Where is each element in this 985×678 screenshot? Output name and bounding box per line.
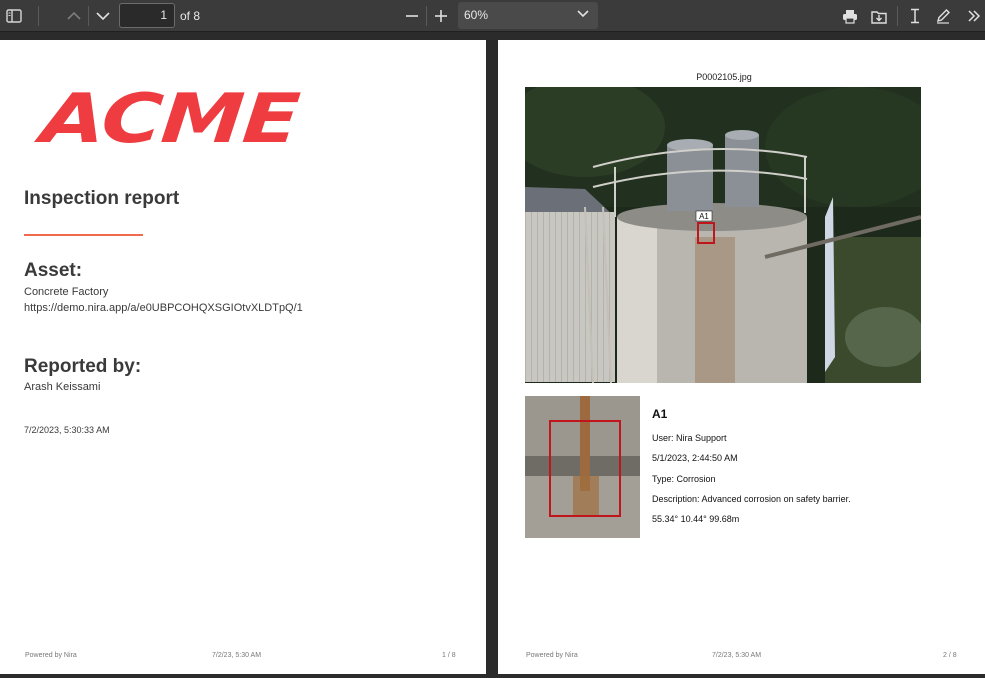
footer-page-number: 1 / 8 (442, 652, 456, 659)
annotation-thumbnail (525, 396, 640, 538)
chevron-up-icon (67, 11, 81, 20)
annotation-user: User: Nira Support (652, 433, 727, 443)
minus-icon (406, 15, 418, 17)
zoom-select[interactable]: 60% (458, 2, 598, 29)
sidebar-toggle-button[interactable] (4, 6, 24, 26)
chevron-down-icon (577, 10, 589, 18)
photo-marker-label: A1 (699, 212, 709, 221)
footer-powered-by: Powered by Nira (25, 652, 77, 659)
pen-icon (936, 9, 950, 24)
report-date: 7/2/2023, 5:30:33 AM (24, 425, 110, 435)
print-icon (843, 9, 857, 24)
inspection-photo: A1 (525, 87, 921, 383)
image-filename: P0002105.jpg (696, 72, 752, 82)
print-button[interactable] (840, 6, 860, 26)
annotation-title: A1 (652, 407, 668, 421)
annotation-type: Type: Corrosion (652, 474, 716, 484)
page-total-label: of 8 (180, 9, 201, 23)
footer-timestamp: 7/2/23, 5:30 AM (712, 652, 762, 659)
text-select-button[interactable] (905, 6, 925, 26)
asset-heading: Asset: (24, 260, 83, 281)
asset-url[interactable]: https://demo.nira.app/a/e0UBPCOHQXSGIOtv… (24, 302, 303, 314)
footer-page-number: 2 / 8 (943, 652, 957, 659)
report-title: Inspection report (24, 188, 180, 209)
footer-powered-by: Powered by Nira (526, 652, 578, 659)
footer-timestamp: 7/2/23, 5:30 AM (212, 652, 262, 659)
zoom-out-button[interactable] (402, 6, 422, 26)
acme-logo: ACME (37, 80, 302, 159)
page-number-input[interactable]: 1 (119, 3, 175, 28)
toolbar-divider (426, 6, 427, 26)
annotation-description: Description: Advanced corrosion on safet… (652, 494, 851, 504)
next-page-button[interactable] (93, 6, 113, 26)
pdf-page-2: P0002105.jpg A1 A1 User: Nira Support 5/… (498, 40, 985, 674)
reported-by-heading: Reported by: (24, 356, 142, 377)
more-tools-button[interactable] (964, 6, 984, 26)
asset-name: Concrete Factory (24, 286, 109, 298)
previous-page-button[interactable] (64, 6, 84, 26)
more-tools-icon (968, 10, 981, 22)
text-cursor-icon (911, 8, 919, 24)
draw-button[interactable] (933, 6, 953, 26)
zoom-value: 60% (464, 8, 489, 22)
sidebar-toggle-icon (6, 9, 22, 23)
pdf-toolbar: 1 of 8 60% (0, 0, 985, 32)
download-button[interactable] (869, 6, 889, 26)
toolbar-divider (88, 6, 89, 26)
chevron-down-icon (96, 12, 110, 21)
download-icon (871, 10, 887, 24)
toolbar-divider (38, 6, 39, 26)
title-underline (24, 234, 143, 236)
zoom-in-button[interactable] (431, 6, 451, 26)
pdf-page-1: ACME Inspection report Asset: Concrete F… (0, 40, 486, 674)
plus-icon (435, 10, 447, 22)
reporter-name: Arash Keissami (24, 381, 101, 393)
annotation-coordinates: 55.34° 10.44° 99.68m (652, 514, 740, 524)
annotation-date: 5/1/2023, 2:44:50 AM (652, 453, 738, 463)
toolbar-divider (897, 6, 898, 26)
